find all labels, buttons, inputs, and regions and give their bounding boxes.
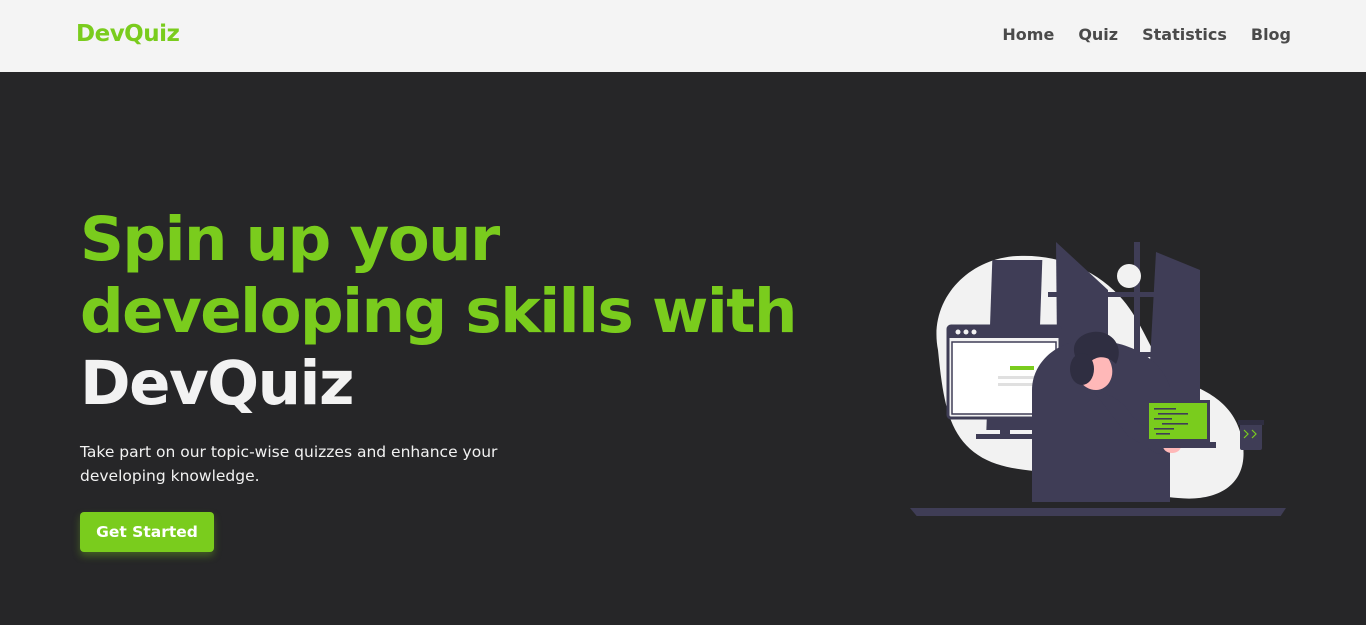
hero-headline-text: Spin up your developing skills with xyxy=(80,204,797,347)
nav-menu: Home Quiz Statistics Blog xyxy=(1002,25,1291,44)
nav-link-quiz[interactable]: Quiz xyxy=(1078,25,1118,44)
hero-headline-brand: DevQuiz xyxy=(80,348,354,419)
nav-link-home[interactable]: Home xyxy=(1002,25,1054,44)
navbar: DevQuiz Home Quiz Statistics Blog xyxy=(0,0,1366,72)
get-started-button[interactable]: Get Started xyxy=(80,512,214,552)
developer-at-desk-illustration xyxy=(910,242,1286,516)
hero-section: Spin up your developing skills with DevQ… xyxy=(0,72,1366,625)
nav-link-blog[interactable]: Blog xyxy=(1251,25,1291,44)
brand-logo[interactable]: DevQuiz xyxy=(76,21,180,47)
nav-link-statistics[interactable]: Statistics xyxy=(1142,25,1227,44)
hero-headline: Spin up your developing skills with DevQ… xyxy=(80,204,800,420)
hero-description: Take part on our topic-wise quizzes and … xyxy=(80,443,498,485)
